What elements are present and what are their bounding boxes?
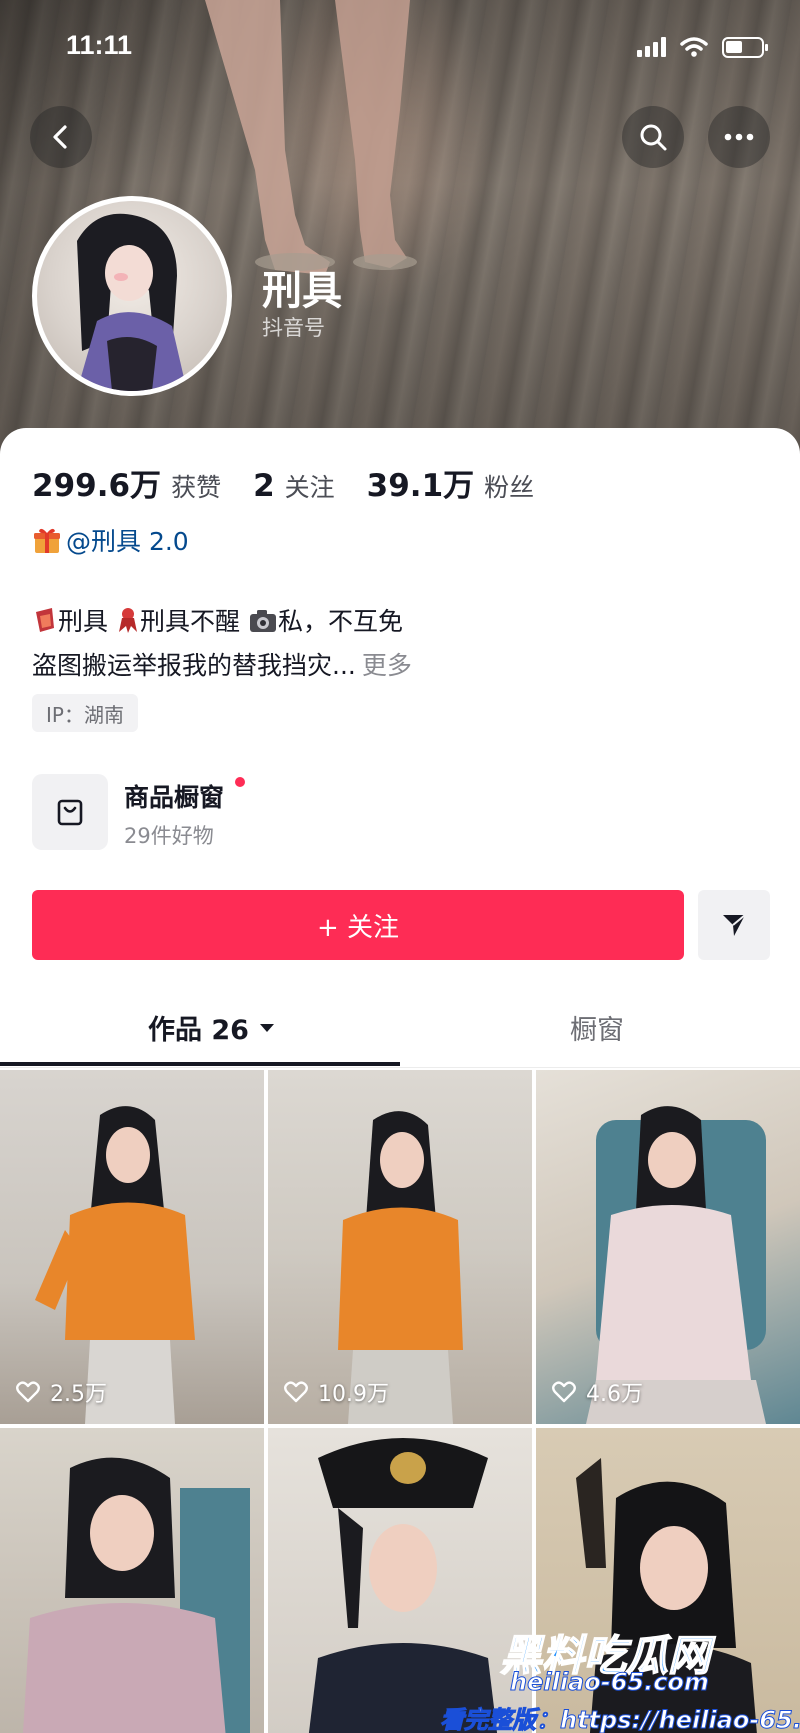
watermark-full-link: 看完整版：https://heiliao-65.com	[440, 1706, 800, 1733]
stats-row: 299.6万 获赞 2 关注 39.1万 粉丝	[32, 460, 534, 505]
thumbnail-image	[22, 1457, 250, 1733]
video-likes: 10.9万	[284, 1376, 389, 1408]
bio[interactable]: 刑具 刑具不醒 私，不互免 盗图搬运举报我的替我挡灾... 更多	[32, 600, 472, 688]
avatar[interactable]	[32, 196, 232, 396]
status-bar: 11:11	[0, 0, 800, 96]
status-icons	[637, 36, 768, 58]
video-thumbnail[interactable]: 10.9万	[268, 1070, 532, 1424]
video-thumbnail[interactable]: 4.6万	[536, 1070, 800, 1424]
tab-showcase[interactable]: 橱窗	[570, 1008, 624, 1047]
shop-window-count: 29件好物	[124, 824, 214, 848]
signal-icon	[637, 37, 666, 57]
profile-panel: 299.6万 获赞 2 关注 39.1万 粉丝 @刑具 2.0 刑具 刑具不醒 …	[0, 428, 800, 1733]
shop-window-title[interactable]: 商品橱窗	[124, 778, 224, 814]
stat-value: 299.6万	[32, 468, 162, 504]
douyin-id[interactable]: 抖音号	[262, 312, 325, 342]
search-icon	[640, 124, 667, 151]
video-likes-count: 10.9万	[318, 1382, 389, 1407]
ribbon-icon	[118, 608, 137, 633]
share-button[interactable]	[698, 890, 770, 960]
heart-icon	[16, 1381, 40, 1403]
video-likes-count: 4.6万	[586, 1382, 643, 1407]
shop-window-button[interactable]	[32, 774, 108, 850]
heart-icon	[552, 1381, 576, 1403]
bio-text: 刑具不醒	[139, 607, 240, 636]
video-likes-count: 2.5万	[50, 1382, 107, 1407]
video-likes: 4.6万	[552, 1376, 643, 1408]
bio-line-1: 刑具 刑具不醒 私，不互免	[32, 600, 472, 644]
stat-followers[interactable]: 39.1万 粉丝	[367, 460, 535, 505]
stat-likes[interactable]: 299.6万 获赞	[32, 460, 221, 505]
status-time: 11:11	[66, 30, 133, 60]
more-dots-icon	[724, 133, 754, 141]
camera-icon	[249, 610, 276, 632]
bio-text: 私，不互免	[277, 607, 403, 636]
tab-works-label: 作品 26	[148, 1015, 249, 1046]
battery-icon	[722, 36, 768, 58]
candy-icon	[36, 608, 54, 632]
send-icon	[723, 914, 746, 936]
tab-works[interactable]: 作品 26	[148, 1008, 275, 1047]
shopping-bag-icon	[57, 799, 83, 826]
stat-value: 2	[253, 468, 275, 504]
gift-icon	[34, 528, 60, 553]
linked-account[interactable]: @刑具 2.0	[32, 522, 189, 558]
stat-following[interactable]: 2 关注	[253, 468, 335, 504]
more-button[interactable]	[708, 106, 770, 168]
stat-label: 关注	[284, 473, 335, 502]
profile-screen: 11:11 刑具 抖音号 299.6万 获赞 2 关注 39.1万 粉丝 @刑具…	[0, 0, 800, 1733]
search-button[interactable]	[622, 106, 684, 168]
wifi-icon	[680, 37, 708, 57]
bio-more-link[interactable]: 更多	[362, 651, 412, 680]
bio-text: 盗图搬运举报我的替我挡灾...	[32, 651, 356, 680]
avatar-image	[77, 213, 187, 391]
stat-label: 获赞	[171, 473, 222, 502]
watermark-domain: heiliao-65.com	[510, 1668, 710, 1697]
notification-dot	[235, 777, 245, 787]
stat-value: 39.1万	[366, 468, 475, 504]
caret-down-icon	[259, 1023, 274, 1032]
heart-icon	[284, 1381, 308, 1403]
username: 刑具	[262, 268, 342, 314]
stat-label: 粉丝	[484, 473, 535, 502]
ip-location-tag: IP：湖南	[32, 694, 138, 732]
linked-account-text: @刑具 2.0	[66, 527, 189, 556]
content-tabs: 作品 26 橱窗	[0, 994, 800, 1068]
bio-text: 刑具	[58, 607, 109, 636]
watermark-overlay: 黑料吃瓜网 heiliao-65.com 看完整版：https://heilia…	[440, 1622, 800, 1733]
bio-line-2: 盗图搬运举报我的替我挡灾... 更多	[32, 644, 472, 688]
video-thumbnail[interactable]: 2.5万	[0, 1070, 264, 1424]
tab-underline	[0, 1062, 400, 1066]
back-button[interactable]	[30, 106, 92, 168]
profile-cover: 11:11 刑具 抖音号	[0, 0, 800, 460]
chevron-left-icon	[53, 125, 67, 149]
video-likes: 2.5万	[16, 1376, 107, 1408]
video-thumbnail[interactable]	[0, 1428, 264, 1733]
follow-button[interactable]: + 关注	[32, 890, 684, 960]
